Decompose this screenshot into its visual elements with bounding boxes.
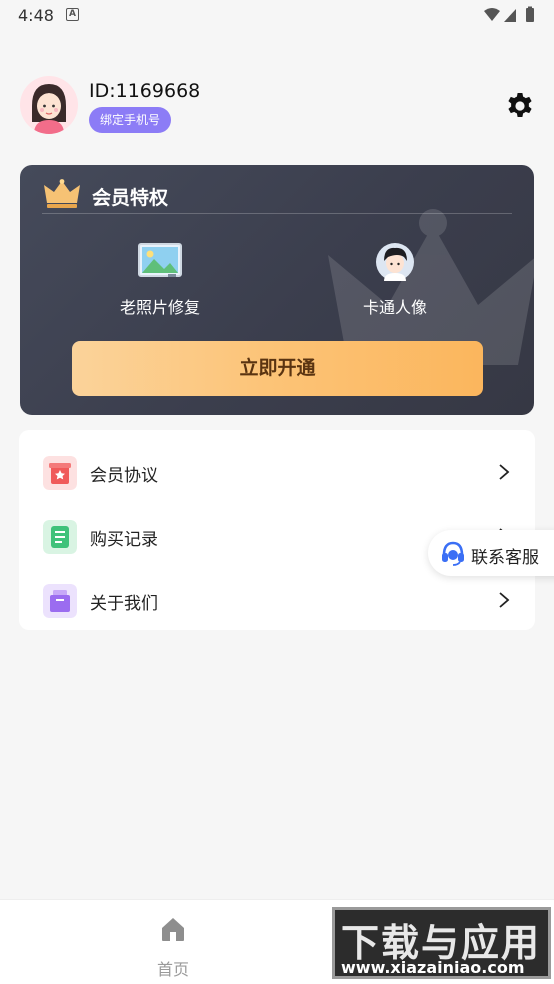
headset-icon bbox=[442, 541, 464, 566]
user-id: ID:1169668 bbox=[89, 80, 201, 102]
contact-service-button[interactable]: 联系客服 bbox=[428, 530, 554, 576]
feature-old-photo-repair[interactable]: 老照片修复 bbox=[90, 243, 230, 323]
wifi-icon bbox=[484, 8, 500, 21]
vip-divider bbox=[42, 213, 512, 214]
nav-home-label: 首页 bbox=[156, 960, 189, 979]
crown-icon bbox=[44, 179, 80, 208]
settings-gear-icon[interactable] bbox=[504, 90, 536, 122]
notification-badge-icon: A bbox=[66, 8, 79, 21]
agreement-icon bbox=[43, 456, 77, 490]
chevron-right-icon bbox=[499, 592, 510, 608]
open-vip-button[interactable]: 立即开通 bbox=[72, 341, 483, 396]
status-icons bbox=[484, 6, 534, 22]
feature-cartoon-portrait[interactable]: 卡通人像 bbox=[325, 243, 465, 323]
feature-label: 卡通人像 bbox=[362, 298, 427, 317]
watermark-url: www.xiazainiao.com bbox=[341, 958, 525, 977]
about-icon bbox=[43, 584, 77, 618]
menu-item-label: 会员协议 bbox=[90, 466, 158, 486]
vip-card: 会员特权 老照片修复 卡通人像 立即开通 bbox=[20, 165, 534, 415]
contact-service-label: 联系客服 bbox=[471, 548, 539, 568]
avatar[interactable] bbox=[20, 76, 78, 134]
photo-icon bbox=[138, 243, 182, 277]
menu-item-about-us[interactable]: 关于我们 bbox=[19, 568, 535, 632]
menu-item-member-agreement[interactable]: 会员协议 bbox=[19, 440, 535, 504]
signal-icon bbox=[504, 9, 516, 22]
status-bar: 4:48 A bbox=[0, 0, 554, 32]
vip-title: 会员特权 bbox=[92, 187, 169, 209]
bind-phone-button[interactable]: 绑定手机号 bbox=[89, 107, 172, 133]
cartoon-avatar-icon bbox=[376, 243, 414, 281]
site-watermark: 下载与应用 www.xiazainiao.com bbox=[332, 907, 551, 979]
chevron-right-icon bbox=[499, 464, 510, 480]
nav-tab-home[interactable]: 首页 bbox=[138, 914, 208, 979]
menu-item-label: 关于我们 bbox=[90, 594, 158, 614]
home-icon bbox=[162, 918, 184, 941]
status-time: 4:48 bbox=[18, 6, 54, 25]
menu-item-label: 购买记录 bbox=[90, 530, 158, 550]
app-screen: 4:48 A ID:1169668 绑定手机号 会员特权 老照片修复 卡通人像 … bbox=[0, 0, 554, 984]
feature-label: 老照片修复 bbox=[119, 298, 200, 317]
battery-icon bbox=[526, 8, 534, 22]
record-icon bbox=[43, 520, 77, 554]
